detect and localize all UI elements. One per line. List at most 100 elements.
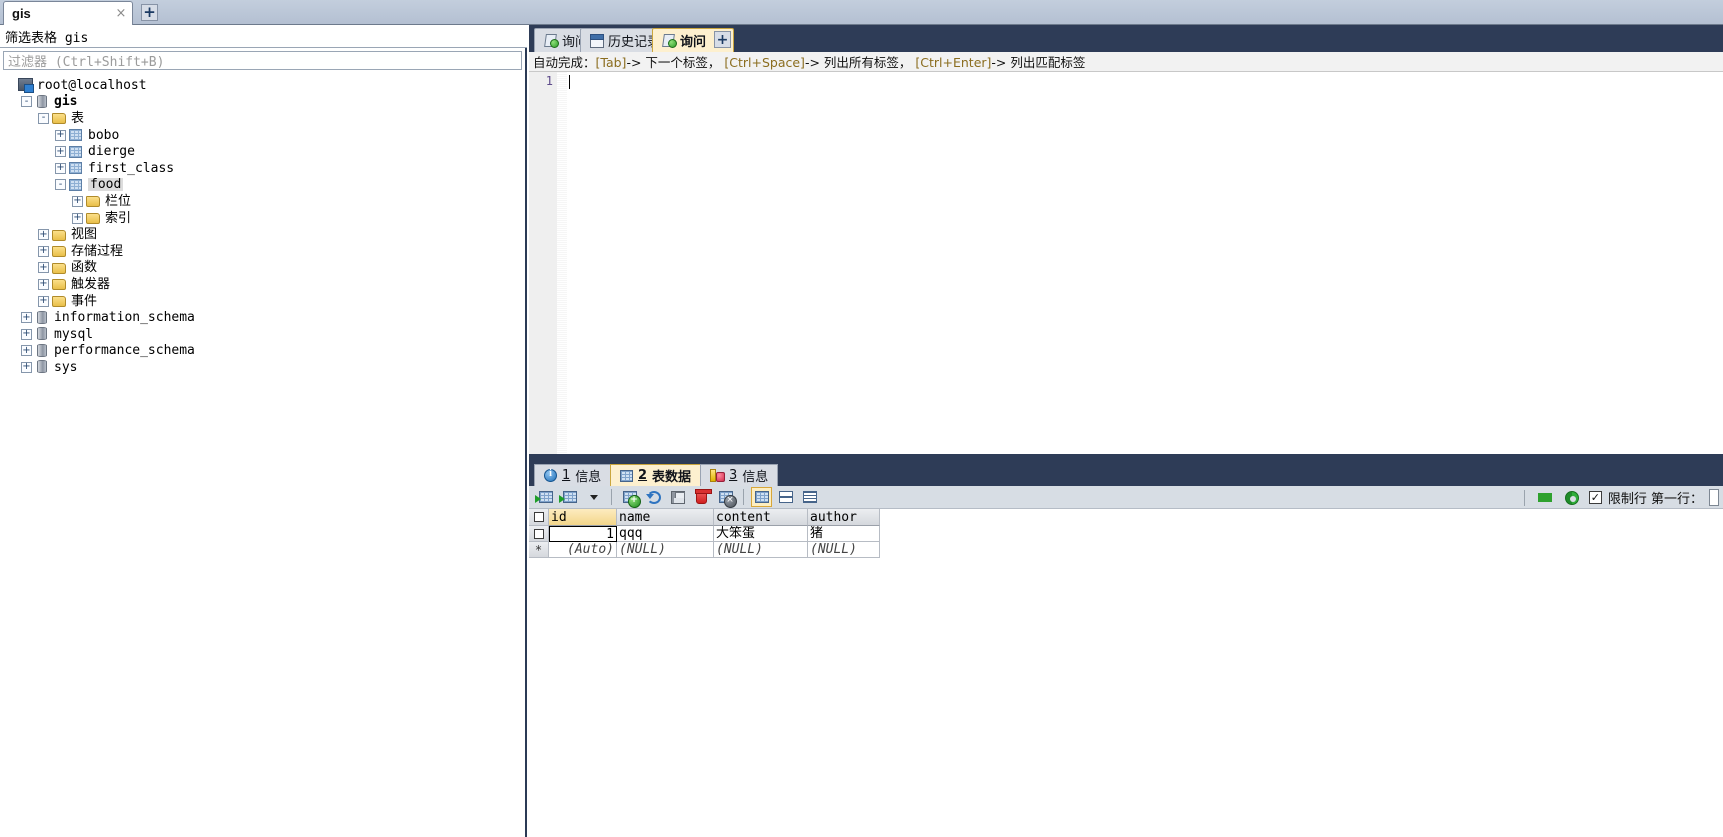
tree-item-sys[interactable]: + sys: [0, 359, 525, 376]
folder-icon-glyph: [52, 246, 66, 258]
tree-item-root@localhost[interactable]: root@localhost: [0, 77, 525, 94]
column-header-author[interactable]: author: [808, 509, 880, 526]
database-tree[interactable]: root@localhost - gis - 表 + bobo + dierge + first_c…: [0, 77, 525, 835]
tree-item-information_schema[interactable]: + information_schema: [0, 309, 525, 326]
grid-view-icon: [754, 491, 769, 503]
tree-item-栏位[interactable]: + 栏位: [0, 193, 525, 210]
tree-item-函数[interactable]: + 函数: [0, 260, 525, 277]
revert-button[interactable]: [643, 487, 664, 507]
row-checkbox[interactable]: [529, 526, 549, 542]
cell-id[interactable]: 1: [549, 526, 617, 542]
editor-caret: [569, 75, 570, 89]
delete-row-button[interactable]: [691, 487, 712, 507]
table-data-grid[interactable]: id name content author 1 qqq 大笨蛋猪 * (Auto) (NULL…: [529, 509, 1723, 837]
cell-content[interactable]: 大笨蛋: [714, 526, 808, 542]
tree-item-performance_schema[interactable]: + performance_schema: [0, 343, 525, 360]
result-tab-3[interactable]: 3 信息: [700, 464, 779, 486]
checkbox-icon: [533, 512, 544, 522]
expand-toggle-icon[interactable]: +: [38, 229, 49, 241]
table-body[interactable]: 1 qqq 大笨蛋猪 * (Auto) (NULL) (NULL) (NULL): [529, 526, 1723, 558]
tree-item-bobo[interactable]: + bobo: [0, 127, 525, 144]
insert-row-button[interactable]: [534, 487, 556, 507]
hint-key-1: [Tab]: [595, 55, 627, 70]
cell-author[interactable]: 猪: [808, 526, 880, 542]
expand-toggle-icon[interactable]: +: [21, 312, 32, 324]
tree-item-food[interactable]: - food: [0, 177, 525, 194]
save-icon: [670, 490, 685, 504]
expand-toggle-icon[interactable]: +: [72, 195, 83, 207]
save-button[interactable]: [667, 487, 688, 507]
grid-view-button[interactable]: [751, 487, 772, 507]
result-tab-1[interactable]: 1 信息: [534, 464, 612, 486]
collapse-toggle-icon[interactable]: -: [38, 112, 49, 124]
select-all-checkbox[interactable]: [529, 509, 549, 526]
result-tab-number: 3: [729, 468, 738, 483]
tree-item-存储过程[interactable]: + 存储过程: [0, 243, 525, 260]
new-session-tab-button[interactable]: +: [141, 4, 158, 21]
database-icon-glyph: [37, 343, 47, 357]
new-cell-author[interactable]: (NULL): [808, 542, 880, 558]
table-row[interactable]: 1 qqq 大笨蛋猪: [529, 526, 1723, 542]
sql-editor[interactable]: 1: [529, 72, 1723, 454]
expand-toggle-icon[interactable]: +: [38, 295, 49, 307]
insert-rows-caret[interactable]: [583, 487, 604, 507]
limit-rows-input[interactable]: [1709, 489, 1719, 506]
tree-item-索引[interactable]: + 索引: [0, 210, 525, 227]
collapse-toggle-icon[interactable]: -: [55, 179, 66, 191]
refresh-button[interactable]: [1562, 488, 1583, 508]
tree-item-label: 触发器: [71, 276, 111, 292]
new-cell-name[interactable]: (NULL): [617, 542, 714, 558]
folder-icon-glyph: [52, 113, 66, 125]
expand-toggle-icon[interactable]: +: [72, 212, 83, 224]
folder-icon: [52, 294, 67, 308]
hint-text-1: -> 下一个标签，: [626, 55, 725, 70]
tree-item-label: gis: [54, 94, 78, 110]
database-icon: [35, 310, 50, 325]
text-view-button[interactable]: [799, 487, 820, 507]
tree-item-dierge[interactable]: + dierge: [0, 143, 525, 160]
tree-item-label: 表: [71, 110, 85, 126]
new-cell-id[interactable]: (Auto): [549, 542, 617, 558]
tree-item-mysql[interactable]: + mysql: [0, 326, 525, 343]
column-header-name[interactable]: name: [617, 509, 714, 526]
add-query-tab-button[interactable]: +: [714, 31, 731, 48]
delete-selected-button[interactable]: [715, 487, 737, 508]
cell-name[interactable]: qqq: [617, 526, 714, 542]
expand-toggle-icon[interactable]: +: [38, 245, 49, 257]
expand-toggle-icon[interactable]: +: [55, 129, 66, 141]
expand-toggle-icon[interactable]: +: [38, 278, 49, 290]
tree-filter-input[interactable]: 过滤器 (Ctrl+Shift+B): [3, 51, 522, 70]
expand-toggle-icon[interactable]: +: [21, 345, 32, 357]
database-icon-glyph: [37, 94, 47, 108]
list-view-icon: [802, 491, 817, 503]
expand-toggle-icon[interactable]: +: [21, 361, 32, 373]
column-header-content[interactable]: content: [714, 509, 808, 526]
new-cell-content[interactable]: (NULL): [714, 542, 808, 558]
new-record-button[interactable]: [619, 487, 641, 508]
tree-item-first_class[interactable]: + first_class: [0, 160, 525, 177]
filter-button[interactable]: [1535, 488, 1556, 515]
close-icon[interactable]: ×: [114, 7, 128, 21]
split-view-button[interactable]: [775, 487, 796, 507]
expand-toggle-icon[interactable]: +: [38, 262, 49, 274]
new-row[interactable]: * (Auto) (NULL) (NULL) (NULL): [529, 542, 1723, 558]
result-tab-2[interactable]: 2 表数据: [610, 464, 702, 486]
collapse-toggle-icon[interactable]: -: [21, 96, 32, 108]
tree-item-视图[interactable]: + 视图: [0, 226, 525, 243]
insert-rows-dropdown[interactable]: [558, 487, 580, 507]
tree-item-label: 栏位: [105, 193, 132, 209]
column-header-id[interactable]: id: [549, 509, 617, 526]
expand-toggle-icon[interactable]: +: [55, 146, 66, 158]
editor-results-splitter[interactable]: [529, 454, 1723, 462]
session-tab-gis[interactable]: gis ×: [3, 1, 133, 25]
tree-item-表[interactable]: -表: [0, 110, 525, 127]
tree-item-事件[interactable]: + 事件: [0, 293, 525, 310]
expand-toggle-icon[interactable]: +: [21, 328, 32, 340]
expand-toggle-icon[interactable]: +: [55, 162, 66, 174]
result-tab-number: 2: [638, 468, 648, 483]
tree-item-触发器[interactable]: + 触发器: [0, 276, 525, 293]
tree-item-gis[interactable]: - gis: [0, 94, 525, 111]
query-tab-bar: 询问历史记录询问×+: [529, 25, 1723, 52]
limit-rows-checkbox[interactable]: ✓: [1588, 491, 1602, 504]
delete-grid-icon: [718, 491, 737, 508]
